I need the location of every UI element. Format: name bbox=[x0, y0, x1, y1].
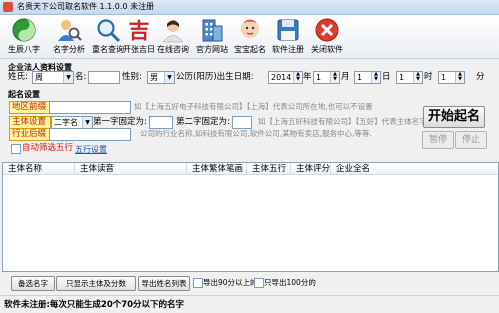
wuxing-settings-link[interactable]: 五行设置 bbox=[75, 144, 107, 155]
toolbar-opening-day-label: 开张吉日 bbox=[123, 45, 155, 54]
backup-names-button[interactable]: 备选名字 bbox=[11, 276, 55, 291]
toolbar-baby-name-label: 宝宝起名 bbox=[234, 45, 266, 54]
toolbar: 生辰八字 名字分析 重名查询 吉 开张吉日 在线咨询 官方网站 宝宝起名 软件注… bbox=[0, 15, 499, 59]
calendar-glyph-icon: 吉 bbox=[129, 18, 150, 43]
close-circle-icon bbox=[315, 18, 339, 42]
app-icon bbox=[3, 2, 13, 12]
toolbar-consult-label: 在线咨询 bbox=[157, 45, 189, 54]
toolbar-baby-name-button[interactable]: 宝宝起名 bbox=[231, 16, 269, 57]
toolbar-website-button[interactable]: 官方网站 bbox=[193, 16, 231, 57]
toolbar-website-label: 官方网站 bbox=[196, 45, 228, 54]
toolbar-register-button[interactable]: 软件注册 bbox=[269, 16, 307, 57]
toolbar-close-button[interactable]: 关闭软件 bbox=[307, 16, 347, 57]
column-header-score[interactable]: 主体评分 bbox=[291, 163, 331, 175]
column-header-wuxing[interactable]: 主体五行 bbox=[247, 163, 291, 175]
hour-spinner[interactable]: 1 ▲ ▼ bbox=[396, 71, 423, 84]
title-bar: 名贵天下公司取名软件 1.1.0.0 未注册 bbox=[0, 0, 499, 15]
birth-date-label: 公历(阳历)出生日期: bbox=[176, 72, 254, 82]
region-prefix-input[interactable] bbox=[49, 101, 131, 114]
toolbar-close-label: 关闭软件 bbox=[311, 45, 343, 54]
column-header-fullname[interactable]: 企业全名 bbox=[331, 163, 498, 175]
given-name-input[interactable] bbox=[88, 71, 120, 84]
day-value: 1 bbox=[357, 73, 363, 82]
surname-label: 姓氏: bbox=[8, 72, 28, 82]
day-spinner[interactable]: 1 ▲ ▼ bbox=[354, 71, 381, 84]
surname-select[interactable]: 周 ▼ bbox=[32, 71, 74, 84]
start-naming-button[interactable]: 开始起名 bbox=[423, 106, 485, 128]
minute-unit: 分 bbox=[476, 72, 485, 82]
results-table[interactable]: 主体名称 主体读音 主体繁体笔画 主体五行 主体评分 企业全名 bbox=[2, 162, 499, 272]
region-hint: 如【上海五好电子科技有限公司】【上海】代表公司所在地,也可以不设置 bbox=[134, 102, 373, 111]
gender-select[interactable]: 男 ▼ bbox=[147, 71, 175, 84]
person-search-icon bbox=[58, 20, 82, 41]
year-spinner[interactable]: 2014 ▲ ▼ bbox=[268, 71, 303, 84]
status-bar: 软件未注册:每次只能生成20个70分以下的名字 bbox=[0, 295, 499, 313]
spin-arrows-icon[interactable]: ▲ ▼ bbox=[371, 72, 380, 83]
main-window: 名贵天下公司取名软件 1.1.0.0 未注册 生辰八字 名字分析 重名查询 吉 … bbox=[0, 0, 499, 313]
year-value: 2014 bbox=[271, 73, 292, 82]
second-char-fixed-label: 第二字固定为: bbox=[176, 117, 230, 127]
column-header-pronunciation[interactable]: 主体读音 bbox=[75, 163, 187, 175]
spin-arrows-icon[interactable]: ▲ ▼ bbox=[455, 72, 464, 83]
industry-suffix-input[interactable] bbox=[49, 128, 131, 141]
chevron-down-icon: ▼ bbox=[82, 117, 92, 128]
status-text: 软件未注册:每次只能生成20个70分以下的名字 bbox=[4, 300, 185, 310]
month-spinner[interactable]: 1 ▲ ▼ bbox=[313, 71, 340, 84]
toolbar-bazi-label: 生辰八字 bbox=[8, 45, 40, 54]
svg-text:吉: 吉 bbox=[129, 18, 150, 43]
minute-spinner[interactable]: 1 ▲ ▼ bbox=[438, 71, 465, 84]
spin-arrows-icon[interactable]: ▲ ▼ bbox=[293, 72, 302, 83]
show-subject-only-button[interactable]: 只显示主体及分数 bbox=[56, 276, 136, 291]
auto-filter-label: 自动筛选五行 bbox=[22, 143, 74, 153]
spin-arrows-icon[interactable]: ▲ ▼ bbox=[330, 72, 339, 83]
region-prefix-tag: 地区前缀 bbox=[9, 101, 51, 114]
hour-value: 1 bbox=[399, 73, 405, 82]
name-label: 名: bbox=[75, 72, 87, 82]
toolbar-analysis-button[interactable]: 名字分析 bbox=[47, 16, 91, 57]
gender-label: 性别: bbox=[122, 72, 142, 82]
industry-suffix-tag: 行业后缀 bbox=[9, 128, 51, 141]
hour-unit: 时 bbox=[424, 72, 433, 82]
toolbar-opening-day-button[interactable]: 吉 开张吉日 bbox=[121, 16, 157, 57]
toolbar-register-label: 软件注册 bbox=[272, 45, 304, 54]
minute-value: 1 bbox=[441, 73, 447, 82]
window-title: 名贵天下公司取名软件 1.1.0.0 未注册 bbox=[17, 2, 155, 11]
toolbar-bazi-button[interactable]: 生辰八字 bbox=[2, 16, 46, 57]
export-list-button[interactable]: 导出姓名列表 bbox=[138, 276, 190, 291]
export-90-checkbox[interactable] bbox=[193, 278, 203, 288]
stop-button[interactable]: 停止 bbox=[455, 131, 487, 149]
consultant-icon bbox=[162, 20, 184, 43]
industry-hint: 公司的行业名称,如科技有限公司,软件公司,某物有卖店,服务中心,等等. bbox=[140, 129, 372, 138]
column-header-strokes[interactable]: 主体繁体笔画 bbox=[187, 163, 247, 175]
day-unit: 日 bbox=[382, 72, 391, 82]
baby-icon bbox=[241, 19, 259, 38]
year-unit: 年 bbox=[303, 72, 312, 82]
yin-yang-icon bbox=[12, 18, 36, 42]
chevron-down-icon: ▼ bbox=[164, 72, 174, 83]
month-unit: 月 bbox=[341, 72, 350, 82]
column-header-name[interactable]: 主体名称 bbox=[3, 163, 75, 175]
spin-arrows-icon[interactable]: ▲ ▼ bbox=[413, 72, 422, 83]
toolbar-analysis-label: 名字分析 bbox=[53, 45, 85, 54]
pause-button[interactable]: 暂停 bbox=[422, 131, 454, 149]
chevron-down-icon: ▼ bbox=[63, 72, 73, 83]
building-icon bbox=[202, 19, 223, 42]
export-90-label: 导出90分以上的 bbox=[203, 278, 258, 287]
naming-section-title: 起名设置 bbox=[8, 90, 40, 99]
magnifier-icon bbox=[97, 19, 121, 43]
toolbar-consult-button[interactable]: 在线咨询 bbox=[154, 16, 192, 57]
subject-length-value: 二字名 bbox=[54, 118, 78, 127]
disk-icon bbox=[277, 19, 299, 41]
gender-value: 男 bbox=[150, 73, 158, 82]
export-100-checkbox[interactable] bbox=[254, 278, 264, 288]
first-char-fixed-label: 第一字固定为: bbox=[93, 117, 147, 127]
export-100-label: 只导出100分的 bbox=[264, 278, 316, 287]
surname-value: 周 bbox=[35, 73, 43, 82]
month-value: 1 bbox=[316, 73, 322, 82]
auto-filter-checkbox[interactable] bbox=[11, 144, 21, 154]
